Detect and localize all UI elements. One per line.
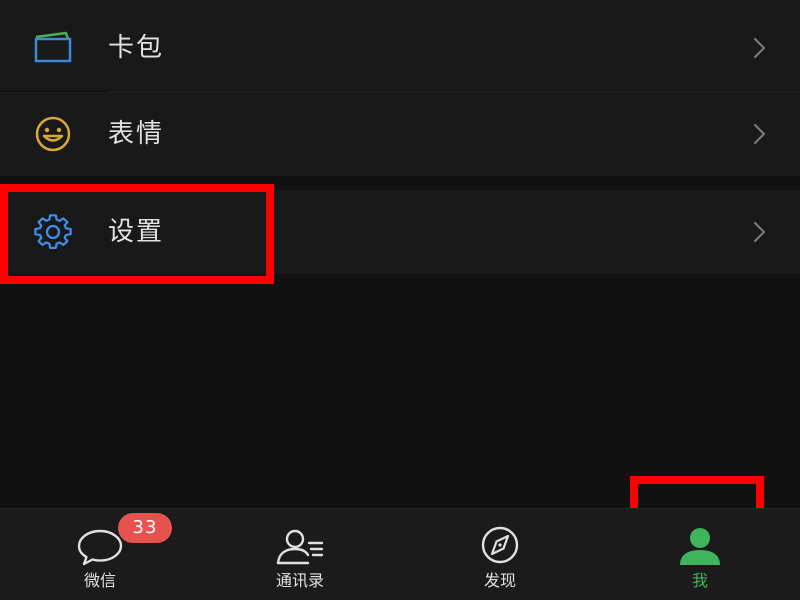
tab-chats[interactable]: 33 微信 (0, 509, 200, 600)
bottom-tab-bar: 33 微信 通讯录 发现 我 (0, 508, 800, 600)
tab-discover[interactable]: 发现 (400, 509, 600, 600)
tab-contacts[interactable]: 通讯录 (200, 509, 400, 600)
chevron-right-icon (750, 218, 770, 246)
tab-label: 通讯录 (275, 571, 324, 590)
menu-item-label: 设置 (108, 217, 165, 247)
menu-item-settings[interactable]: 设置 (0, 190, 800, 274)
tab-me[interactable]: 我 (600, 509, 800, 600)
me-screen: 卡包 表情 设置 33 微信 通讯录 发现 我 (0, 0, 800, 600)
card-wallet-icon (30, 28, 76, 68)
chevron-right-icon (750, 120, 770, 148)
menu-item-label: 卡包 (108, 33, 165, 63)
menu-item-card-wallet[interactable]: 卡包 (0, 6, 800, 90)
compass-icon (475, 523, 525, 567)
contacts-icon (275, 523, 325, 567)
smiley-icon (30, 114, 76, 154)
group-spacer (0, 176, 800, 190)
unread-badge: 33 (118, 513, 172, 543)
menu-item-stickers[interactable]: 表情 (0, 92, 800, 176)
person-icon (675, 523, 725, 567)
menu-item-label: 表情 (108, 119, 165, 149)
tab-label: 微信 (83, 571, 116, 590)
tab-label: 发现 (483, 571, 516, 590)
chevron-right-icon (750, 34, 770, 62)
gear-icon (30, 212, 76, 252)
tab-label: 我 (691, 571, 708, 590)
